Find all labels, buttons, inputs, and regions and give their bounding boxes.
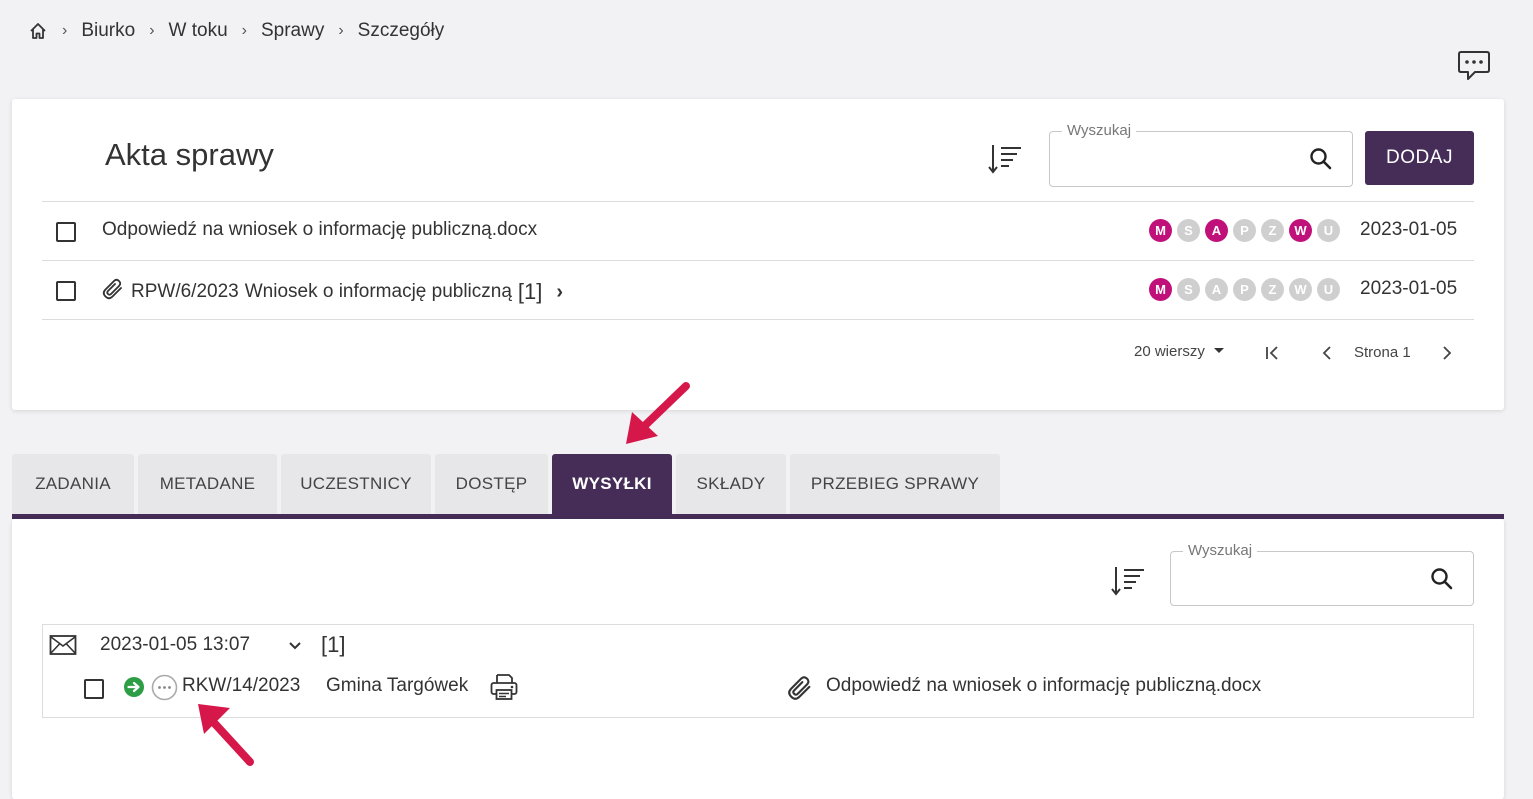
tab-metadane[interactable]: METADANE — [138, 454, 277, 514]
sort-icon[interactable] — [1110, 563, 1146, 599]
status-badge: A — [1205, 278, 1228, 301]
shipment-checkbox[interactable] — [84, 679, 104, 699]
annotation-arrow-icon — [198, 704, 254, 766]
shipment-count: [1] — [321, 632, 346, 657]
tab-zadania[interactable]: ZADANIA — [12, 454, 134, 514]
shipment-number[interactable]: RKW/14/2023 — [182, 675, 300, 697]
status-badge: P — [1233, 219, 1256, 242]
tab-wysylki[interactable]: WYSYŁKI — [552, 454, 672, 514]
status-badge: W — [1289, 219, 1312, 242]
breadcrumb: › Biurko › W toku › Sprawy › Szczegóły — [28, 18, 444, 44]
document-name[interactable]: Odpowiedź na wniosek o informację public… — [102, 219, 537, 241]
row-checkbox[interactable] — [56, 222, 76, 242]
status-badges: MSAPZWU — [1149, 278, 1340, 301]
breadcrumb-separator: › — [149, 22, 155, 39]
more-status-icon[interactable] — [151, 674, 178, 706]
breadcrumb-item-szczegoly: Szczegóły — [357, 20, 445, 41]
shipments-search-box: Wyszukaj — [1170, 542, 1474, 606]
status-badge: S — [1177, 278, 1200, 301]
envelope-icon — [49, 634, 77, 661]
document-title: Wniosek o informację publiczną — [244, 281, 512, 302]
divider — [42, 319, 1474, 320]
annotation-arrow-icon — [626, 382, 690, 444]
printer-icon[interactable] — [489, 672, 519, 707]
divider — [42, 260, 1474, 261]
page-title: Akta sprawy — [105, 137, 274, 172]
status-badge: Z — [1261, 219, 1284, 242]
status-badge: P — [1233, 278, 1256, 301]
caret-down-icon — [1213, 343, 1225, 360]
rows-per-page-label: 20 wierszy — [1134, 343, 1205, 360]
home-icon[interactable] — [28, 21, 48, 41]
tab-bar: ZADANIA METADANE UCZESTNICY DOSTĘP WYSYŁ… — [12, 454, 1000, 514]
row-date: 2023-01-05 — [1360, 278, 1458, 299]
divider — [42, 201, 1474, 202]
search-legend: Wyszukaj — [1062, 122, 1137, 139]
chat-icon[interactable] — [1456, 48, 1492, 84]
breadcrumb-separator: › — [241, 22, 247, 39]
tab-uczestnicy[interactable]: UCZESTNICY — [281, 454, 431, 514]
paperclip-icon — [786, 674, 814, 707]
previous-page-icon[interactable] — [1318, 344, 1336, 367]
breadcrumb-separator: › — [338, 22, 344, 39]
status-badge: U — [1317, 219, 1340, 242]
document-number: RPW/6/2023 — [131, 281, 239, 302]
shipment-datetime[interactable]: 2023-01-05 13:07 — [100, 634, 250, 656]
search-input[interactable] — [1062, 146, 1296, 172]
status-badge: M — [1149, 219, 1172, 242]
status-badge: M — [1149, 278, 1172, 301]
sort-icon[interactable] — [987, 141, 1023, 177]
status-badge: U — [1317, 278, 1340, 301]
rows-per-page-select[interactable]: 20 wierszy — [1134, 343, 1225, 360]
add-button[interactable]: DODAJ — [1365, 131, 1474, 185]
shipments-search-input[interactable] — [1183, 566, 1417, 592]
status-badge: A — [1205, 219, 1228, 242]
breadcrumb-item-biurko[interactable]: Biurko — [81, 20, 135, 42]
paperclip-icon — [101, 277, 125, 307]
search-icon[interactable] — [1308, 146, 1334, 172]
tab-przebieg-sprawy[interactable]: PRZEBIEG SPRAWY — [790, 454, 1000, 514]
search-icon[interactable] — [1429, 566, 1455, 592]
status-badge: Z — [1261, 278, 1284, 301]
status-badges: MSAPZWU — [1149, 219, 1340, 242]
tab-dostep[interactable]: DOSTĘP — [435, 454, 548, 514]
chevron-right-icon[interactable]: › — [556, 281, 563, 304]
next-page-icon[interactable] — [1438, 344, 1456, 367]
first-page-icon[interactable] — [1263, 344, 1281, 367]
row-checkbox[interactable] — [56, 281, 76, 301]
chevron-down-icon[interactable] — [287, 638, 303, 659]
row-date: 2023-01-05 — [1360, 219, 1458, 240]
page-indicator: Strona 1 — [1354, 344, 1411, 361]
shipment-attachment[interactable]: Odpowiedź na wniosek o informację public… — [826, 675, 1261, 697]
search-legend: Wyszukaj — [1183, 542, 1258, 559]
breadcrumb-item-w-toku[interactable]: W toku — [169, 20, 228, 42]
attachment-count: [1] — [517, 279, 543, 304]
search-box: Wyszukaj — [1049, 122, 1353, 187]
status-badge: W — [1289, 278, 1312, 301]
document-row[interactable]: RPW/6/2023 Wniosek o informację publiczn… — [101, 277, 563, 307]
breadcrumb-item-sprawy[interactable]: Sprawy — [261, 20, 324, 42]
shipment-recipient: Gmina Targówek — [326, 675, 469, 696]
breadcrumb-separator: › — [62, 22, 68, 39]
arrow-right-circle-icon — [123, 676, 145, 703]
tab-sklady[interactable]: SKŁADY — [676, 454, 786, 514]
status-badge: S — [1177, 219, 1200, 242]
